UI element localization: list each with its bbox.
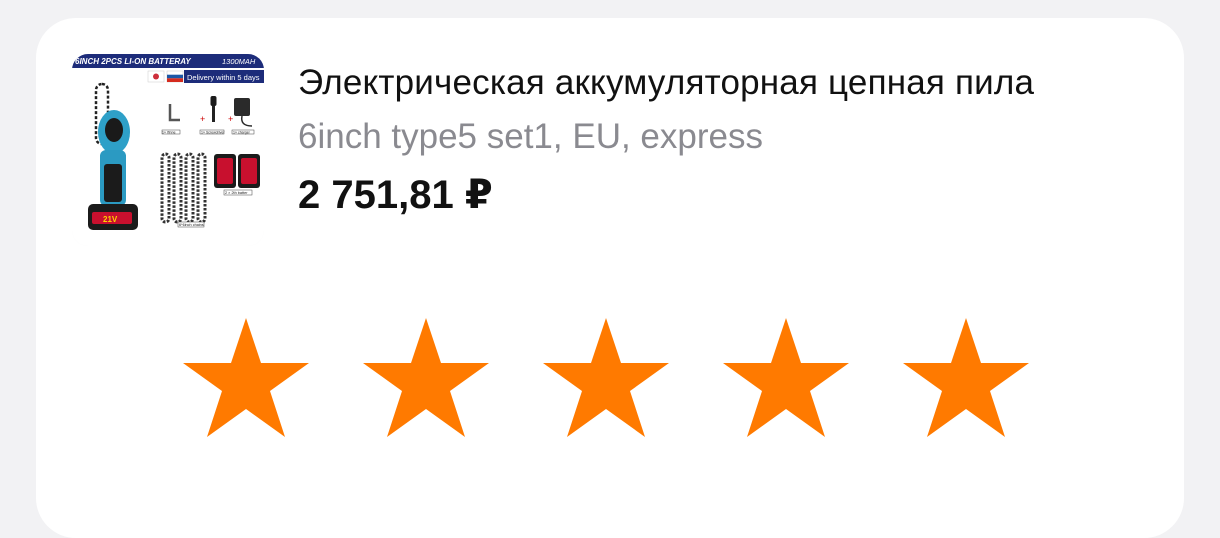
star-icon-2[interactable]: [360, 316, 492, 446]
product-title: Электрическая аккумуляторная цепная пила: [298, 63, 1035, 102]
product-info: Электрическая аккумуляторная цепная пила…: [298, 58, 1118, 219]
star-rating: [180, 316, 1032, 446]
product-price: 2 751,81 ₽: [298, 173, 493, 217]
star-icon-5[interactable]: [900, 316, 1032, 446]
saw-badge-text: 21V: [103, 215, 118, 224]
svg-text:+: +: [228, 114, 233, 124]
product-review-card: 6INCH 2PCS LI-ON BATTERAY 1300MAH Delive…: [36, 18, 1184, 538]
wrench-label: 1× Ifinne: [162, 131, 176, 135]
svg-text:+: +: [200, 114, 205, 124]
chains-label: 6*6inch chains: [179, 223, 204, 227]
star-icon-4[interactable]: [720, 316, 852, 446]
product-image: 6INCH 2PCS LI-ON BATTERAY 1300MAH Delive…: [72, 54, 264, 246]
star-icon-1[interactable]: [180, 316, 312, 446]
charger-icon: [234, 98, 250, 116]
image-banner-text: 6INCH 2PCS LI-ON BATTERAY: [75, 57, 191, 66]
image-delivery-text: Delivery within 5 days: [187, 73, 260, 82]
screwdriver-label: 1× Screwdriver: [201, 131, 225, 135]
product-variant: 6inch type5 set1, EU, express: [298, 117, 763, 156]
star-icon-3[interactable]: [540, 316, 672, 446]
image-capacity-text: 1300MAH: [222, 57, 256, 66]
charger-label: 1× charger: [233, 131, 251, 135]
batteries-label: 2 × 2th batter: [225, 191, 248, 195]
